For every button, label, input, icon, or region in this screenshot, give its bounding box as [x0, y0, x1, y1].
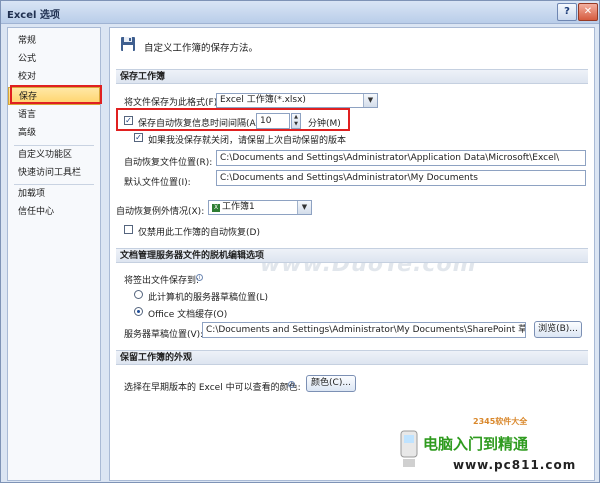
server-drafts-location-label: 服务器草稿位置(V): — [124, 330, 204, 340]
office-cache-radio[interactable] — [134, 307, 143, 316]
default-location-label: 默认文件位置(I): — [124, 178, 191, 188]
help-button[interactable]: ? — [557, 3, 577, 21]
sidebar-item-proofing[interactable]: 校对 — [8, 68, 100, 86]
sidebar-item-customize-ribbon[interactable]: 自定义功能区 — [8, 146, 100, 164]
sidebar-item-add-ins[interactable]: 加载项 — [8, 185, 100, 203]
autorecover-workbook-dropdown[interactable]: X 工作簿1 ▼ — [208, 200, 312, 215]
colors-button[interactable]: 颜色(C)... — [306, 375, 356, 392]
sidebar-nav: 常规 公式 校对 保存 语言 高级 自定义功能区 快速访问工具栏 加载项 信任中… — [7, 27, 102, 481]
disable-autorecover-checkbox[interactable] — [124, 225, 133, 234]
mascot-icon — [400, 430, 418, 467]
sidebar-item-advanced[interactable]: 高级 — [8, 124, 100, 142]
brand-small-text: 2345软件大全 — [473, 417, 528, 426]
close-button[interactable]: ✕ — [578, 3, 598, 21]
chevron-down-icon: ▼ — [297, 201, 311, 214]
autorecover-exceptions-label: 自动恢复例外情况(X): — [116, 207, 205, 217]
sidebar-item-general[interactable]: 常规 — [8, 32, 100, 50]
sidebar-item-trust-center[interactable]: 信任中心 — [8, 203, 100, 221]
colors-label: 选择在早期版本的 Excel 中可以查看的颜色: — [124, 383, 301, 393]
brand-main-text: 电脑入门到精通 — [423, 435, 529, 453]
save-format-label: 将文件保存为此格式(F): — [124, 98, 221, 108]
excel-workbook-icon: X — [212, 204, 220, 212]
autorecover-workbook-value: 工作簿1 — [222, 202, 255, 212]
save-checked-out-label: 将签出文件保存到: — [124, 276, 200, 286]
info-icon: i — [288, 381, 295, 388]
autorecover-highlight-box — [116, 108, 350, 131]
disable-autorecover-label: 仅禁用此工作簿的自动恢复(D) — [138, 228, 260, 238]
keep-last-version-checkbox[interactable]: ✓ — [134, 133, 143, 142]
info-icon: i — [196, 274, 203, 281]
floppy-disk-icon — [121, 37, 135, 51]
sidebar-item-quick-access-toolbar[interactable]: 快速访问工具栏 — [8, 164, 100, 182]
brand-url-text: www.pc811.com — [453, 458, 577, 472]
save-highlight-box — [10, 85, 102, 104]
save-format-dropdown[interactable]: Excel 工作簿(*.xlsx) ▼ — [216, 93, 378, 108]
autorecover-location-label: 自动恢复文件位置(R): — [124, 158, 213, 168]
title-bar: Excel 选项 ? ✕ — [1, 1, 599, 24]
window-title: Excel 选项 — [7, 10, 60, 21]
sidebar-item-formulas[interactable]: 公式 — [8, 50, 100, 68]
server-drafts-radio[interactable] — [134, 290, 143, 299]
section-header-appearance: 保留工作簿的外观 — [116, 350, 588, 365]
keep-last-version-label: 如果我没保存就关闭，请保留上次自动保留的版本 — [148, 136, 347, 146]
save-options-panel: 自定义工作簿的保存方法。 保存工作簿 将文件保存为此格式(F): Excel 工… — [109, 27, 595, 481]
browse-button[interactable]: 浏览(B)... — [534, 321, 582, 338]
save-format-value: Excel 工作簿(*.xlsx) — [220, 95, 306, 105]
chevron-down-icon: ▼ — [363, 94, 377, 107]
site-branding: 2345软件大全 电脑入门到精通 www.pc811.com — [393, 415, 599, 482]
section-header-offline-editing: 文档管理服务器文件的脱机编辑选项 — [116, 248, 588, 263]
section-header-save-workbooks: 保存工作簿 — [116, 69, 588, 84]
options-dialog: Excel 选项 ? ✕ 常规 公式 校对 保存 语言 高级 自定义功能区 快速… — [0, 0, 600, 483]
page-description: 自定义工作簿的保存方法。 — [144, 43, 259, 54]
autorecover-location-input[interactable]: C:\Documents and Settings\Administrator\… — [216, 150, 586, 166]
sidebar-item-language[interactable]: 语言 — [8, 106, 100, 124]
server-drafts-label: 此计算机的服务器草稿位置(L) — [148, 293, 269, 303]
server-drafts-location-input[interactable]: C:\Documents and Settings\Administrator\… — [202, 322, 526, 338]
default-location-input[interactable]: C:\Documents and Settings\Administrator\… — [216, 170, 586, 186]
office-cache-label: Office 文档缓存(O) — [148, 310, 228, 320]
